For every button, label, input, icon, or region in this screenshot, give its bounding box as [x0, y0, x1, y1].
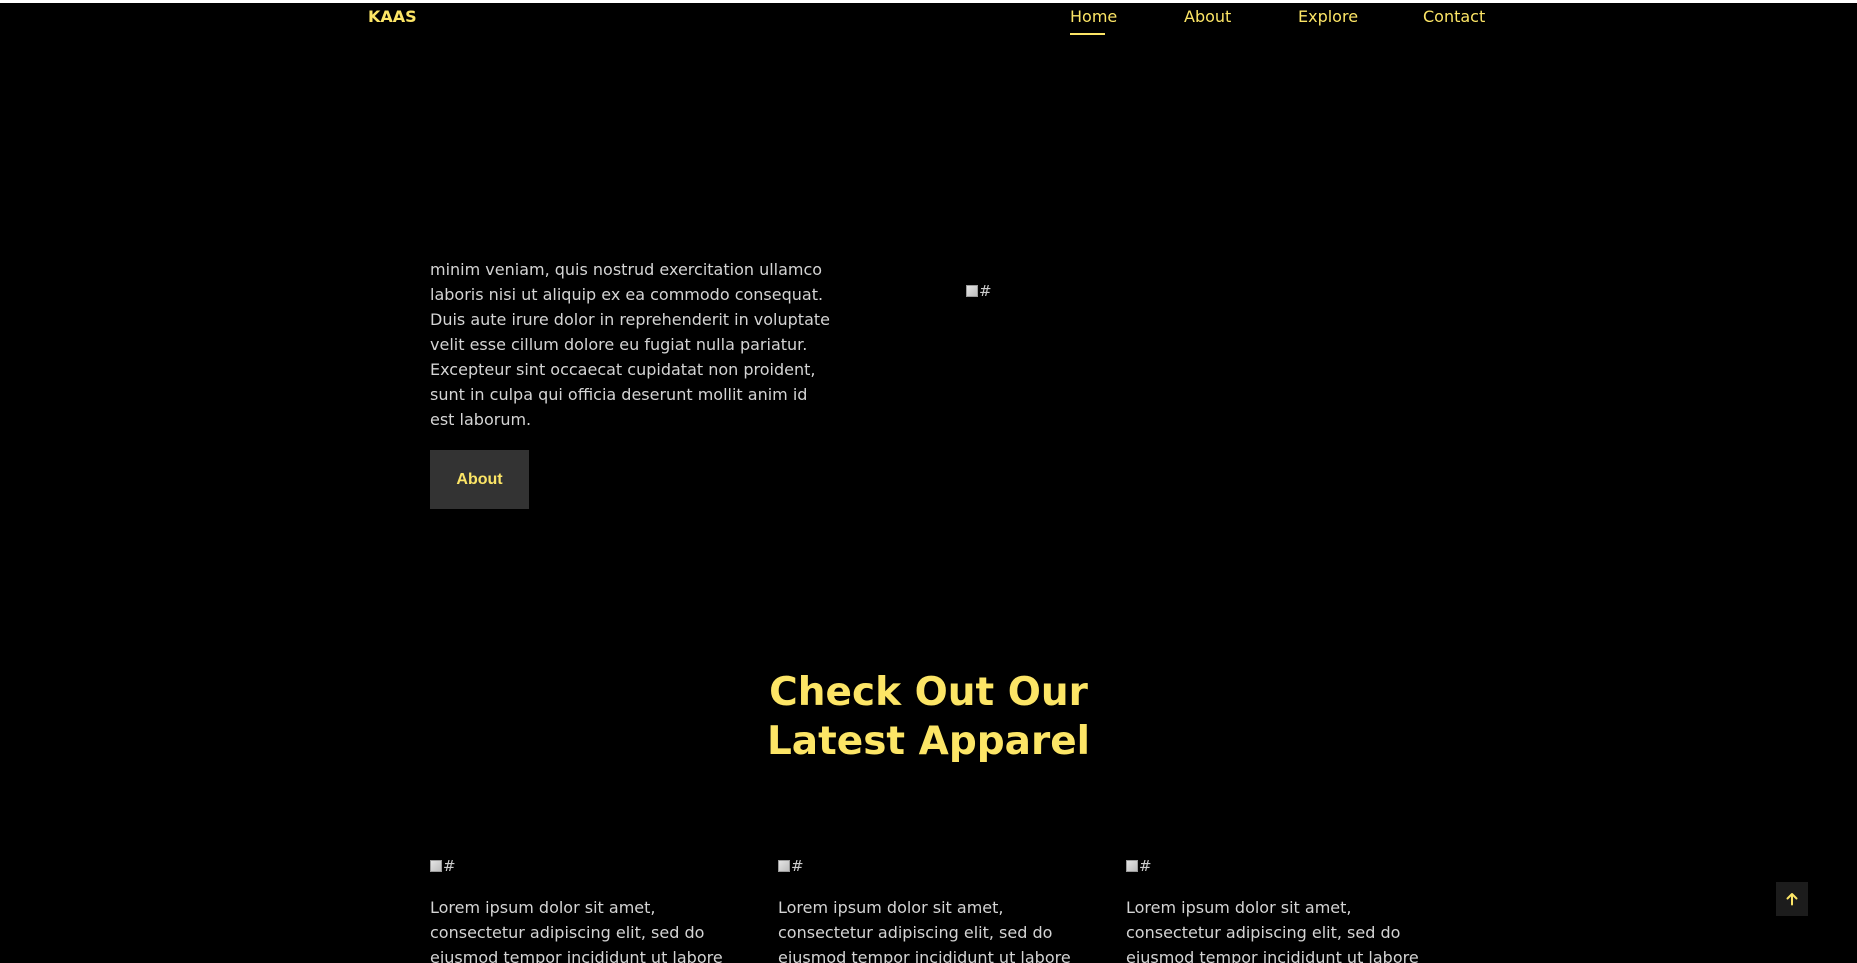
page: ut labore et dolore magna aliqua. Ut eni…: [0, 0, 1857, 963]
nav-contact[interactable]: Contact: [1423, 7, 1485, 26]
broken-image-icon: [778, 860, 790, 872]
hero-image: #: [966, 282, 992, 300]
card-image-alt: #: [791, 857, 804, 875]
nav-about[interactable]: About: [1184, 7, 1231, 26]
apparel-card-2-text: Lorem ipsum dolor sit amet, consectetur …: [778, 898, 1071, 963]
title-line-2: Latest Apparel: [766, 719, 1091, 764]
hero-image-alt: #: [979, 282, 992, 300]
apparel-card-1-text: Lorem ipsum dolor sit amet, consectetur …: [430, 898, 723, 963]
apparel-card-2-image: #: [778, 857, 804, 875]
scroll-to-top-button[interactable]: [1776, 882, 1808, 916]
brand-logo[interactable]: KAAS: [368, 7, 417, 26]
header-backdrop: [0, 3, 1857, 256]
hero-paragraph: ut labore et dolore magna aliqua. Ut eni…: [430, 235, 830, 429]
nav-home[interactable]: Home: [1070, 7, 1117, 35]
apparel-card-1-image: #: [430, 857, 456, 875]
card-image-alt: #: [443, 857, 456, 875]
broken-image-icon: [430, 860, 442, 872]
card-image-alt: #: [1139, 857, 1152, 875]
about-button[interactable]: About: [430, 450, 529, 509]
nav-explore[interactable]: Explore: [1298, 7, 1358, 26]
apparel-card-3-text: Lorem ipsum dolor sit amet, consectetur …: [1126, 898, 1419, 963]
title-line-1: Check Out Our: [769, 670, 1088, 715]
arrow-up-icon: [1786, 893, 1798, 906]
apparel-section-title: Check Out Our Latest Apparel: [0, 668, 1857, 766]
broken-image-icon: [1126, 860, 1138, 872]
broken-image-icon: [966, 285, 978, 297]
apparel-card-3-image: #: [1126, 857, 1152, 875]
